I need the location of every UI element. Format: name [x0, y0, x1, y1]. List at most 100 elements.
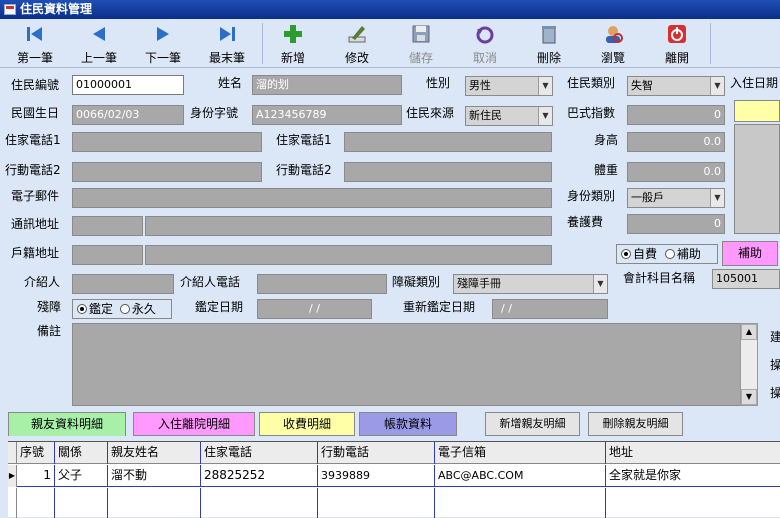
email-label: 電子郵件 [11, 189, 60, 203]
weight-input[interactable]: 0.0 [627, 162, 725, 182]
subsidy-radio[interactable]: 補助 [664, 247, 701, 261]
cell-mobile[interactable]: 3939889 [318, 465, 435, 487]
cell-email[interactable]: ABC@ABC.COM [435, 465, 606, 487]
window-title: 住民資料管理 [20, 2, 93, 16]
height-label: 身高 [594, 133, 619, 147]
chevron-down-icon[interactable]: ▼ [538, 77, 552, 95]
identity-select[interactable]: 一般戶 ▼ [627, 188, 725, 208]
admit-date-label: 入住日期 [730, 76, 779, 90]
resident-type-select[interactable]: 失智 ▼ [627, 76, 725, 96]
radio-icon [664, 249, 675, 259]
resident-no-input[interactable]: 01000001 [72, 75, 184, 95]
cell-name[interactable]: 溜不動 [108, 465, 201, 487]
last-record-icon [196, 23, 258, 47]
first-record-button[interactable]: 第一筆 [4, 21, 66, 66]
first-record-icon [4, 23, 66, 47]
referrer-phone-label: 介紹人電話 [180, 275, 241, 289]
radio-icon [119, 304, 130, 314]
cell-seq[interactable]: 1 [17, 465, 55, 487]
birth-input[interactable]: 0066/02/03 [72, 105, 184, 125]
col-seq[interactable]: 序號 [17, 442, 55, 464]
chevron-down-icon[interactable]: ▼ [710, 77, 724, 95]
cancel-button[interactable]: 取消 [454, 21, 516, 66]
table-row[interactable]: ▶ 1 父子 溜不動 28825252 3939889 ABC@ABC.COM … [8, 465, 780, 487]
prev-record-icon [68, 23, 130, 47]
scroll-up-icon[interactable]: ▲ [741, 324, 757, 340]
window-title-bar: 住民資料管理 [0, 0, 780, 19]
last-record-button[interactable]: 最末筆 [196, 21, 258, 66]
assessed-radio[interactable]: 鑑定 [77, 302, 113, 316]
cell-address[interactable]: 全家就是你家 [606, 465, 780, 487]
empty-cell [435, 488, 606, 518]
plus-icon [262, 23, 324, 47]
save-button[interactable]: 儲存 [390, 21, 452, 66]
subsidy-button[interactable]: 補助 [722, 241, 778, 266]
home-phone2-label: 住家電話1 [276, 133, 332, 147]
next-record-button[interactable]: 下一筆 [132, 21, 194, 66]
tab-admission[interactable]: 入住離院明細 [133, 412, 255, 436]
col-home-phone[interactable]: 住家電話 [201, 442, 318, 464]
delete-button[interactable]: 刪除 [518, 21, 580, 66]
assess-date-input[interactable]: / / [257, 299, 372, 319]
operator-label-partial: 操 [770, 358, 780, 372]
account-label: 會計科目名稱 [623, 271, 696, 285]
admit-date-input[interactable] [734, 100, 780, 122]
reassess-date-input[interactable]: / / [492, 299, 608, 319]
row-indicator-empty [8, 488, 17, 518]
height-input[interactable]: 0.0 [627, 132, 725, 152]
chevron-down-icon[interactable]: ▼ [538, 107, 552, 125]
gender-select[interactable]: 男性 ▼ [465, 76, 553, 96]
reassess-date-label: 重新鑑定日期 [403, 300, 476, 314]
empty-cell [55, 488, 108, 518]
col-name[interactable]: 親友姓名 [108, 442, 201, 464]
note-textarea[interactable] [72, 323, 758, 406]
permanent-radio[interactable]: 永久 [119, 302, 156, 316]
undo-icon [454, 23, 516, 47]
empty-cell [318, 488, 435, 518]
mobile1-input[interactable] [72, 162, 262, 182]
disability-type-select[interactable]: 殘障手冊 ▼ [453, 274, 608, 294]
note-scrollbar[interactable]: ▲ ▼ [740, 323, 758, 406]
home-phone1-input[interactable] [72, 132, 262, 152]
reg-addr-input[interactable] [145, 245, 552, 265]
browse-button[interactable]: 瀏覽 [582, 21, 644, 66]
tab-fees[interactable]: 收費明細 [259, 412, 355, 436]
email-input[interactable] [72, 188, 552, 208]
delete-family-button[interactable]: 刪除親友明細 [588, 412, 683, 436]
col-relation[interactable]: 關係 [55, 442, 108, 464]
mobile2-input[interactable] [344, 162, 552, 182]
mail-addr-label: 通訊地址 [11, 217, 60, 231]
cell-relation[interactable]: 父子 [55, 465, 108, 487]
referrer-input[interactable] [72, 274, 174, 294]
barthel-input[interactable]: 0 [627, 105, 725, 125]
col-email[interactable]: 電子信箱 [435, 442, 606, 464]
chevron-down-icon[interactable]: ▼ [710, 189, 724, 207]
prev-record-button[interactable]: 上一筆 [68, 21, 130, 66]
mail-addr-input[interactable] [145, 216, 552, 236]
account-input[interactable]: 105001 [712, 269, 780, 289]
tab-accounts[interactable]: 帳款資料 [359, 412, 457, 436]
col-address[interactable]: 地址 [606, 442, 780, 464]
edit-button[interactable]: 修改 [326, 21, 388, 66]
id-input[interactable]: A123456789 [252, 105, 402, 125]
reg-zip-input[interactable] [72, 245, 143, 265]
scroll-down-icon[interactable]: ▼ [741, 389, 757, 405]
chevron-down-icon[interactable]: ▼ [593, 275, 607, 293]
pay-type-radio-group: 自費 補助 [616, 244, 718, 264]
source-select[interactable]: 新住民 ▼ [465, 106, 553, 126]
referrer-phone-input[interactable] [257, 274, 387, 294]
name-label: 姓名 [218, 76, 243, 90]
tab-family[interactable]: 親友資料明細 [8, 412, 126, 436]
self-pay-radio[interactable]: 自費 [621, 247, 657, 261]
name-input[interactable]: 溜的划 [252, 75, 402, 95]
exit-button[interactable]: 離開 [646, 21, 708, 66]
source-label: 住民來源 [406, 106, 455, 120]
care-fee-input[interactable]: 0 [627, 214, 725, 234]
col-mobile[interactable]: 行動電話 [318, 442, 435, 464]
table-row-empty[interactable] [8, 488, 780, 518]
home-phone2-input[interactable] [344, 132, 552, 152]
cell-home-phone[interactable]: 28825252 [201, 465, 318, 487]
add-family-button[interactable]: 新增親友明細 [485, 412, 580, 436]
mail-zip-input[interactable] [72, 216, 143, 236]
add-button[interactable]: 新增 [262, 21, 324, 66]
